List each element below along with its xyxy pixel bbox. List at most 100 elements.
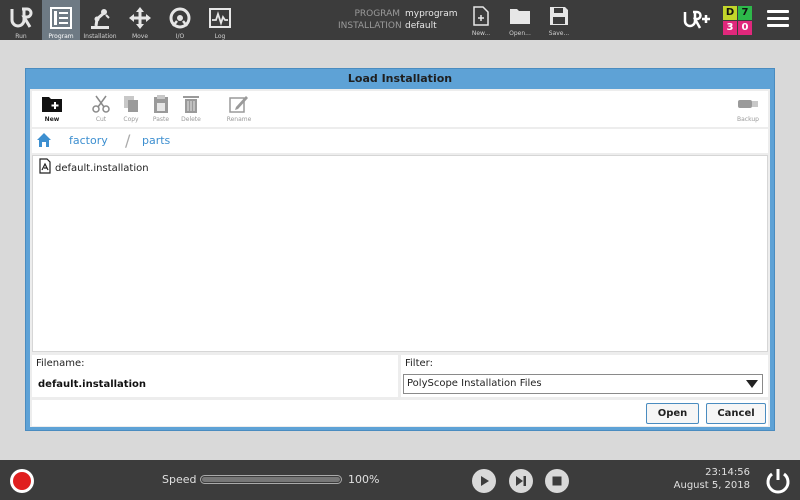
new-file-icon bbox=[470, 5, 492, 27]
nav-run[interactable]: Run bbox=[2, 0, 40, 40]
nav-io[interactable]: I/O bbox=[161, 0, 199, 40]
installation-label: INSTALLATION bbox=[338, 21, 402, 31]
dialog-title: Load Installation bbox=[347, 72, 453, 85]
list-item[interactable]: default.installation bbox=[39, 158, 149, 178]
nav-label: Move bbox=[131, 33, 149, 40]
open-file-button[interactable]: Open... bbox=[502, 0, 538, 40]
breadcrumb-item-parts[interactable]: parts bbox=[142, 134, 170, 147]
ur-plus-icon bbox=[683, 10, 710, 29]
program-label: PROGRAM bbox=[354, 9, 400, 19]
toolbar-label: Backup bbox=[737, 116, 759, 123]
program-info-values: myprogram default bbox=[405, 8, 458, 32]
paste-button[interactable]: Paste bbox=[145, 94, 177, 126]
toolbar-label: Delete bbox=[181, 116, 201, 123]
breadcrumb-separator: / bbox=[125, 131, 131, 150]
open-button[interactable]: Open bbox=[646, 403, 699, 424]
io-status-tile[interactable]: D bbox=[723, 6, 737, 20]
power-icon bbox=[766, 469, 790, 494]
dialog-footer: Open Cancel bbox=[32, 400, 768, 426]
load-installation-dialog: Load Installation New Cut Copy Paste Del… bbox=[25, 68, 775, 431]
top-bar: Run Program Installation Move I/O Log PR… bbox=[0, 0, 800, 40]
filename-field[interactable]: default.installation bbox=[38, 379, 146, 390]
filter-value: PolyScope Installation Files bbox=[407, 378, 542, 389]
home-icon[interactable] bbox=[36, 132, 52, 152]
play-button[interactable] bbox=[472, 469, 496, 493]
program-tree-icon bbox=[48, 5, 74, 31]
speed-value: 100% bbox=[348, 473, 380, 486]
nav-move[interactable]: Move bbox=[121, 0, 159, 40]
filename-panel: Filename: default.installation bbox=[32, 355, 398, 397]
io-status-tile[interactable]: 0 bbox=[738, 21, 752, 35]
folder-icon bbox=[509, 5, 531, 27]
program-name: myprogram bbox=[405, 9, 458, 19]
new-file-button[interactable]: New... bbox=[463, 0, 499, 40]
nav-program[interactable]: Program bbox=[42, 0, 80, 40]
file-toolbar: New Cut Copy Paste Delete Rename Backup bbox=[32, 91, 768, 127]
ur-plus-button[interactable] bbox=[683, 9, 711, 31]
copy-icon bbox=[122, 94, 140, 114]
step-button[interactable] bbox=[509, 469, 533, 493]
toolbar-label: Copy bbox=[123, 116, 139, 123]
file-list[interactable]: default.installation bbox=[32, 155, 768, 352]
open-file-label: Open... bbox=[509, 30, 531, 37]
io-status-tile[interactable]: 7 bbox=[738, 6, 752, 20]
nav-label: Log bbox=[214, 33, 226, 40]
delete-button[interactable]: Delete bbox=[175, 94, 207, 126]
ur-logo-icon bbox=[8, 5, 34, 31]
breadcrumb-item-factory[interactable]: factory bbox=[69, 134, 108, 147]
io-status-tile[interactable]: 3 bbox=[723, 21, 737, 35]
copy-button[interactable]: Copy bbox=[115, 94, 147, 126]
rename-pencil-icon bbox=[229, 94, 249, 114]
step-forward-icon bbox=[516, 476, 526, 486]
new-folder-button[interactable]: New bbox=[36, 94, 68, 126]
speed-label: Speed bbox=[162, 473, 197, 486]
nav-label: I/O bbox=[175, 33, 185, 40]
robot-arm-icon bbox=[87, 5, 113, 31]
program-info-labels: PROGRAM INSTALLATION bbox=[338, 8, 402, 32]
speed-slider[interactable] bbox=[200, 475, 342, 484]
rename-button[interactable]: Rename bbox=[223, 94, 255, 126]
nav-label: Installation bbox=[83, 33, 117, 40]
usb-drive-icon bbox=[737, 94, 759, 114]
speed-slider-fill bbox=[202, 477, 340, 482]
nav-label: Run bbox=[15, 33, 27, 40]
filter-dropdown[interactable]: PolyScope Installation Files bbox=[403, 374, 763, 394]
save-disk-icon bbox=[548, 5, 570, 27]
stop-button[interactable] bbox=[545, 469, 569, 493]
cut-button[interactable]: Cut bbox=[85, 94, 117, 126]
installation-file-icon bbox=[39, 158, 51, 178]
dropdown-arrow-icon bbox=[746, 380, 758, 388]
move-arrows-icon bbox=[127, 5, 153, 31]
save-file-label: Save... bbox=[548, 30, 570, 37]
play-icon bbox=[481, 476, 489, 486]
trash-icon bbox=[182, 94, 200, 114]
bottom-bar: Speed 100% 23:14:56 August 5, 2018 bbox=[0, 460, 800, 500]
nav-installation[interactable]: Installation bbox=[81, 0, 119, 40]
hamburger-menu-icon[interactable] bbox=[767, 10, 789, 30]
stop-indicator-icon bbox=[13, 472, 31, 490]
power-button[interactable] bbox=[764, 467, 792, 495]
paste-clipboard-icon bbox=[152, 94, 170, 114]
toolbar-label: Paste bbox=[152, 116, 170, 123]
stop-icon bbox=[552, 476, 562, 486]
cancel-button[interactable]: Cancel bbox=[706, 403, 766, 424]
dialog-body: New Cut Copy Paste Delete Rename Backup … bbox=[30, 89, 770, 427]
backup-button[interactable]: Backup bbox=[732, 94, 764, 126]
clock-time: 23:14:56 bbox=[705, 467, 750, 478]
save-file-button[interactable]: Save... bbox=[541, 0, 577, 40]
robot-status-button[interactable] bbox=[10, 469, 34, 493]
breadcrumb: factory / parts bbox=[32, 129, 768, 153]
log-graph-icon bbox=[207, 5, 233, 31]
filter-label: Filter: bbox=[405, 358, 433, 369]
toolbar-label: Cut bbox=[95, 116, 107, 123]
filter-panel: Filter: PolyScope Installation Files bbox=[401, 355, 768, 397]
clock-date: August 5, 2018 bbox=[673, 480, 750, 491]
clock: 23:14:56 August 5, 2018 bbox=[674, 466, 750, 492]
toolbar-label: Rename bbox=[226, 116, 252, 123]
installation-name: default bbox=[405, 21, 437, 31]
scissors-icon bbox=[92, 94, 110, 114]
nav-log[interactable]: Log bbox=[201, 0, 239, 40]
new-folder-icon bbox=[41, 94, 63, 114]
toolbar-label: New bbox=[44, 116, 60, 123]
file-name: default.installation bbox=[55, 162, 149, 174]
